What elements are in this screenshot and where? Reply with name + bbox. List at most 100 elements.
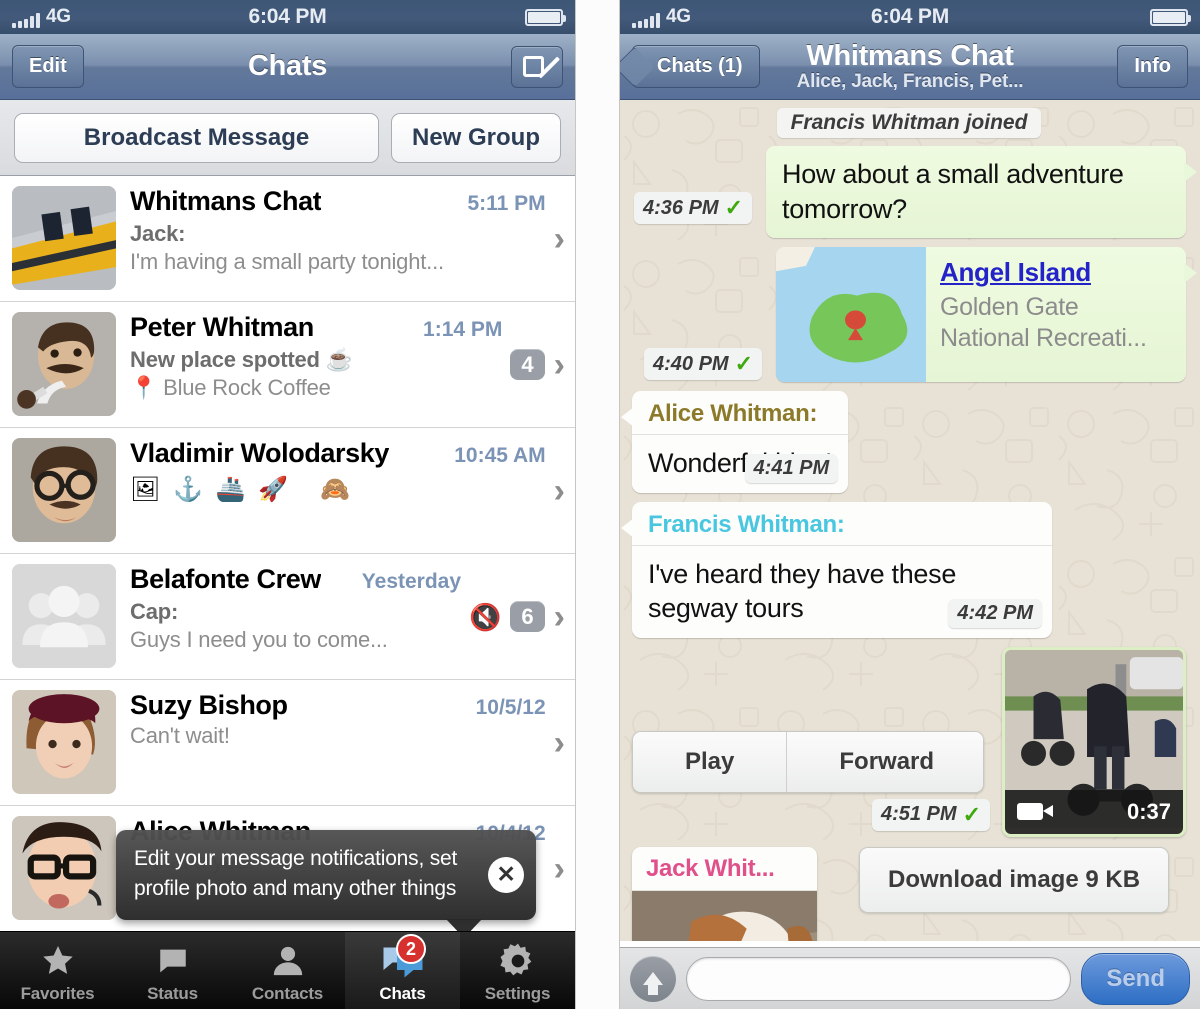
left-phone-chats-screen: 4G 6:04 PM Edit Chats Broadcast Message … [0, 0, 575, 1009]
chat-item-body: Suzy Bishop 10/5/12 Can't wait! [116, 690, 546, 795]
tab-label: Settings [484, 984, 551, 1003]
tab-settings[interactable]: Settings [460, 932, 575, 1009]
new-group-button[interactable]: New Group [390, 113, 561, 163]
timestamp-text: 4:51 PM [880, 803, 957, 826]
message-timestamp: 4:36 PM ✓ [634, 192, 753, 225]
chat-list-item[interactable]: Belafonte Crew Yesterday Cap: Guys I need … [0, 554, 575, 680]
timestamp-text: 4:41 PM [753, 456, 830, 479]
location-message-bubble[interactable]: Angel Island Golden Gate National Recrea… [644, 247, 1197, 383]
status-time: 6:04 PM [871, 5, 949, 28]
message-bubble[interactable]: How about a small adventure tomorrow? 4:… [634, 146, 1197, 239]
video-message-row: Play Forward 0:37 4:51 PM ✓ [632, 646, 1186, 837]
location-title[interactable]: Angel Island [940, 257, 1174, 288]
message-row: Alice Whitman: Wonderful idea! 4:41 PM [620, 391, 1186, 493]
tab-contacts[interactable]: Contacts [230, 932, 345, 1009]
tab-label: Chats [379, 984, 426, 1003]
tram-photo-avatar [12, 186, 116, 290]
chat-item-accessories: › [546, 816, 565, 921]
woman-with-glasses-avatar [12, 816, 116, 920]
broadcast-message-button[interactable]: Broadcast Message [14, 113, 379, 163]
battery-full-icon [1150, 8, 1191, 26]
star-icon [39, 941, 77, 981]
chat-item-name: Vladimir Wolodarsky [130, 438, 389, 468]
back-to-chats-button[interactable]: Chats (1) [632, 45, 760, 88]
chat-item-time: 5:11 PM [467, 192, 546, 215]
unread-badge: 6 [510, 600, 545, 633]
message-timestamp: 4:40 PM ✓ [644, 348, 763, 381]
close-icon[interactable]: ✕ [488, 856, 524, 893]
mute-icon: 🔇 [469, 601, 502, 632]
message-timestamp: 4:51 PM ✓ [871, 798, 990, 831]
forward-button[interactable]: Forward [786, 731, 983, 792]
chat-item-time: 10/5/12 [475, 696, 546, 719]
attach-up-arrow-icon[interactable] [630, 955, 676, 1002]
chat-list-item[interactable]: Vladimir Wolodarsky 10:45 AM 🖼 ⚓ 🚢 🚀 🙈 › [0, 428, 575, 554]
tab-bar[interactable]: Favorites Status Contacts Chats 2 Setting… [0, 931, 575, 1009]
video-action-buttons: Play Forward [632, 730, 984, 793]
timestamp-text: 4:36 PM [643, 196, 719, 219]
delivered-check-icon: ✓ [724, 195, 744, 221]
chat-list-item[interactable]: Peter Whitman 1:14 PM New place spotted ☕… [0, 302, 575, 428]
chat-item-accessories: › [546, 186, 565, 291]
tab-chats[interactable]: Chats 2 [345, 932, 460, 1009]
notifications-tooltip: Edit your message notifications, set pro… [116, 830, 536, 938]
timestamp-text: 4:40 PM [653, 352, 729, 375]
location-message-row: Angel Island Golden Gate National Recrea… [632, 247, 1197, 383]
compose-icon [523, 53, 560, 81]
location-details: Angel Island Golden Gate National Recrea… [926, 247, 1186, 382]
image-message-bubble[interactable]: Jack Whit... [632, 846, 817, 941]
video-thumbnail[interactable]: 0:37 [1001, 646, 1186, 837]
quick-actions-row: Broadcast Message New Group [0, 100, 575, 176]
chat-item-sender: Jack: [130, 221, 186, 246]
message-timestamp: 4:42 PM [948, 598, 1042, 628]
message-bubble[interactable]: Alice Whitman: Wonderful idea! 4:41 PM [620, 391, 849, 493]
chat-list-item[interactable]: Whitmans Chat 5:11 PM Jack: I'm having a s… [0, 176, 575, 302]
play-button[interactable]: Play [633, 731, 787, 792]
chat-item-accessories: › [546, 690, 565, 795]
chat-item-name: Peter Whitman [130, 312, 314, 342]
compose-button[interactable] [511, 45, 563, 88]
message-input[interactable] [686, 956, 1072, 1001]
tab-status[interactable]: Status [115, 932, 230, 1009]
download-image-button[interactable]: Download image 9 KB [859, 846, 1170, 913]
message-row: How about a small adventure tomorrow? 4:… [632, 146, 1197, 239]
tab-label: Favorites [20, 984, 95, 1003]
message-sender: Jack Whit... [632, 847, 817, 891]
conversation-navbar: Chats (1) Whitmans Chat Alice, Jack, Fra… [620, 34, 1200, 100]
chat-list-item[interactable]: Suzy Bishop 10/5/12 Can't wait! › [0, 680, 575, 806]
chat-item-sender: New place spotted ☕ [130, 347, 353, 372]
send-button[interactable]: Send [1081, 952, 1190, 1005]
delivered-check-icon: ✓ [734, 351, 754, 377]
back-button-label: Chats (1) [657, 55, 743, 77]
navbar-title-wrap: Chats [0, 50, 575, 83]
tab-unread-badge: 2 [396, 934, 426, 964]
edit-button[interactable]: Edit [12, 45, 84, 88]
chat-item-time: 10:45 AM [454, 444, 546, 467]
chat-item-header: Vladimir Wolodarsky 10:45 AM [130, 438, 546, 469]
chat-list[interactable]: Whitmans Chat 5:11 PM Jack: I'm having a s… [0, 176, 575, 932]
tooltip-line-2: profile photo and many other things [134, 876, 457, 900]
chevron-right-icon: › [553, 471, 565, 510]
group-placeholder-avatar [12, 564, 116, 668]
video-duration: 0:37 [1126, 798, 1171, 824]
tab-favorites[interactable]: Favorites [0, 932, 115, 1009]
battery-full-icon [525, 8, 566, 26]
man-with-pipe-avatar [12, 312, 116, 416]
battery-group [525, 8, 566, 26]
chat-item-name: Belafonte Crew [130, 564, 321, 594]
chat-item-sender: Cap: [130, 599, 179, 624]
gear-icon [499, 941, 537, 981]
right-phone-conversation-screen: 4G 6:04 PM Chats (1) Whitmans Chat Alice… [620, 0, 1200, 1009]
message-bubble[interactable]: Francis Whitman: I've heard they have th… [621, 501, 1052, 638]
message-sender: Alice Whitman: [632, 391, 849, 436]
girl-with-beret-avatar [12, 690, 116, 794]
chevron-right-icon: › [553, 219, 565, 258]
status-bar-left: 4G 6:04 PM [0, 0, 575, 34]
chevron-right-icon: › [553, 723, 565, 762]
tooltip-line-1: Edit your message notifications, set [134, 847, 458, 870]
tab-label: Contacts [251, 984, 324, 1003]
system-note: Francis Whitman joined [776, 108, 1042, 138]
dual-phone-screenshot: 4G 6:04 PM Edit Chats Broadcast Message … [0, 0, 1200, 1009]
info-button[interactable]: Info [1117, 45, 1188, 88]
status-time: 6:04 PM [248, 5, 327, 28]
